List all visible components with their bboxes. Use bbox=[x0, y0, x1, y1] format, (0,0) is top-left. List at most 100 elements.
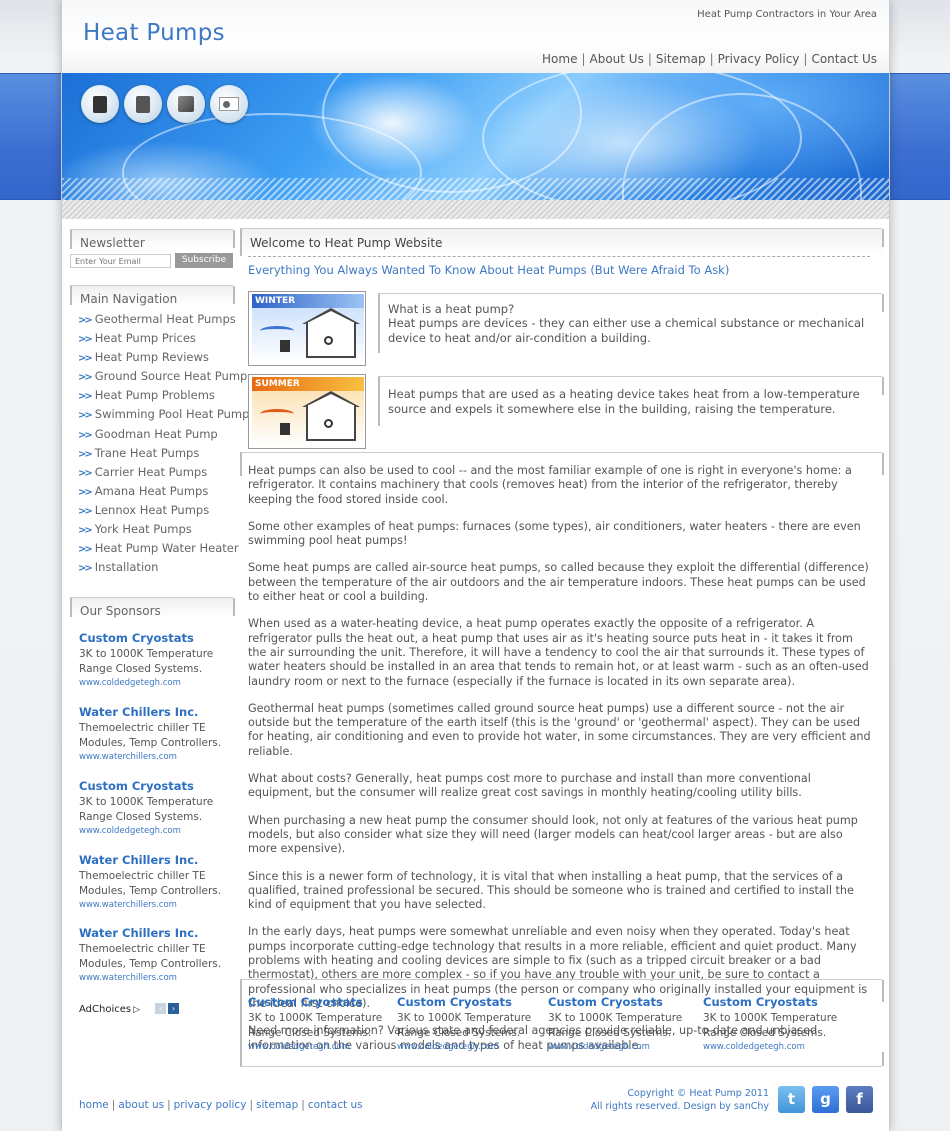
sponsor-url[interactable]: www.waterchillers.com bbox=[79, 973, 229, 983]
sponsor-url[interactable]: www.coldedgetegh.com bbox=[79, 678, 229, 688]
google-plus-icon[interactable]: g bbox=[812, 1086, 839, 1113]
sponsor-desc: 3K to 1000K Temperature bbox=[548, 1012, 683, 1024]
sidebar-item-heat-pump-prices[interactable]: >> Heat Pump Prices bbox=[78, 331, 249, 350]
double-chevron-icon: >> bbox=[78, 486, 93, 498]
footer-link-privacy-policy[interactable]: privacy policy bbox=[174, 1099, 247, 1111]
sponsor-ad: Custom Cryostats 3K to 1000K Temperature… bbox=[79, 631, 229, 688]
footer-link-home[interactable]: home bbox=[79, 1099, 109, 1111]
sidebar-item-carrier-heat-pumps[interactable]: >> Carrier Heat Pumps bbox=[78, 465, 249, 484]
sponsor-url[interactable]: www.coldedgetegh.com bbox=[703, 1042, 853, 1052]
double-chevron-icon: >> bbox=[78, 525, 93, 537]
sidebar-item-ground-source-heat-pump[interactable]: >> Ground Source Heat Pump bbox=[78, 369, 249, 388]
hatch-divider bbox=[62, 200, 889, 219]
sidebar-item-goodman-heat-pump[interactable]: >> Goodman Heat Pump bbox=[78, 427, 249, 446]
nav-about-us[interactable]: About Us bbox=[590, 52, 644, 66]
double-chevron-icon: >> bbox=[78, 505, 93, 517]
site-logo[interactable]: Heat Pumps bbox=[83, 20, 225, 46]
double-chevron-icon: >> bbox=[78, 467, 93, 479]
sidebar-item-lennox-heat-pumps[interactable]: >> Lennox Heat Pumps bbox=[78, 503, 249, 522]
sponsor-desc: Modules, Temp Controllers. bbox=[79, 737, 222, 749]
winter-diagram-image: WINTER bbox=[248, 291, 366, 366]
double-chevron-icon: >> bbox=[78, 315, 93, 326]
info-text: Heat pumps that are used as a heating de… bbox=[388, 387, 860, 416]
nav-contact-us[interactable]: Contact Us bbox=[811, 52, 877, 66]
bottom-sponsor-ad: Custom Cryostats 3K to 1000K Temperature… bbox=[703, 995, 853, 1052]
footer-nav: home | about us | privacy policy | sitemap | con… bbox=[79, 1099, 363, 1111]
subscribe-button[interactable]: Subscribe bbox=[175, 253, 233, 268]
main-navigation-heading: Main Navigation bbox=[70, 285, 235, 306]
nav-sitemap[interactable]: Sitemap bbox=[656, 52, 706, 66]
sponsor-title[interactable]: Custom Cryostats bbox=[79, 631, 229, 647]
sponsor-ad: Custom Cryostats 3K to 1000K Temperature… bbox=[79, 779, 229, 836]
double-chevron-icon: >> bbox=[78, 334, 93, 346]
twitter-icon[interactable]: t bbox=[778, 1086, 805, 1113]
footer-link-about-us[interactable]: about us bbox=[118, 1099, 164, 1111]
rights-text: All rights reserved. Design by sanChy bbox=[590, 1101, 769, 1112]
nav-home[interactable]: Home bbox=[542, 52, 577, 66]
heat-pump-unit-icon[interactable] bbox=[81, 85, 119, 123]
sponsor-desc: Range Closed Systems. bbox=[79, 663, 203, 675]
nav-privacy-policy[interactable]: Privacy Policy bbox=[718, 52, 800, 66]
banner bbox=[62, 73, 889, 200]
adchoices-link[interactable]: AdChoices ▷ bbox=[79, 1004, 140, 1015]
sponsor-desc: Themoelectric chiller TE bbox=[79, 943, 206, 955]
sponsor-desc: Themoelectric chiller TE bbox=[79, 870, 206, 882]
sponsor-url[interactable]: www.coldedgetegh.com bbox=[397, 1042, 547, 1052]
sponsor-desc: 3K to 1000K Temperature bbox=[397, 1012, 532, 1024]
sponsor-title[interactable]: Water Chillers Inc. bbox=[79, 705, 229, 721]
sponsor-title[interactable]: Custom Cryostats bbox=[548, 995, 698, 1011]
sidebar-item-amana-heat-pumps[interactable]: >> Amana Heat Pumps bbox=[78, 484, 249, 503]
footer-link-sitemap[interactable]: sitemap bbox=[256, 1099, 298, 1111]
header: Heat Pumps Heat Pump Contractors in Your… bbox=[62, 0, 889, 73]
summer-label: SUMMER bbox=[252, 377, 364, 391]
double-chevron-icon: >> bbox=[78, 429, 93, 441]
sponsor-url[interactable]: www.coldedgetegh.com bbox=[248, 1042, 398, 1052]
sponsor-title[interactable]: Custom Cryostats bbox=[397, 995, 547, 1011]
sponsor-url[interactable]: www.coldedgetegh.com bbox=[79, 826, 229, 836]
sidebar-item-york-heat-pumps[interactable]: >> York Heat Pumps bbox=[78, 522, 249, 541]
page-container: Heat Pumps Heat Pump Contractors in Your… bbox=[61, 0, 890, 1131]
tagline: Heat Pump Contractors in Your Area bbox=[697, 9, 877, 20]
sidebar-item-geothermal-heat-pumps[interactable]: >> Geothermal Heat Pumps bbox=[78, 312, 249, 331]
sponsor-desc: Modules, Temp Controllers. bbox=[79, 958, 222, 970]
article-paragraph: When purchasing a new heat pump the cons… bbox=[248, 813, 858, 856]
sidebar-item-installation[interactable]: >> Installation bbox=[78, 560, 249, 579]
sponsor-desc: Range Closed Systems. bbox=[703, 1027, 827, 1039]
air-conditioner-icon[interactable] bbox=[210, 85, 248, 123]
article-paragraph: Heat pumps can also be used to cool -- a… bbox=[248, 464, 852, 506]
sponsor-desc: Themoelectric chiller TE bbox=[79, 722, 206, 734]
sponsor-title[interactable]: Custom Cryostats bbox=[79, 779, 229, 795]
sponsor-ad: Water Chillers Inc. Themoelectric chille… bbox=[79, 705, 229, 762]
sponsor-title[interactable]: Water Chillers Inc. bbox=[79, 853, 229, 869]
double-chevron-icon: >> bbox=[78, 353, 93, 365]
page-title: Welcome to Heat Pump Website bbox=[250, 236, 443, 250]
heat-pump-tower-icon[interactable] bbox=[124, 85, 162, 123]
sponsor-title[interactable]: Water Chillers Inc. bbox=[79, 926, 229, 942]
sponsor-url[interactable]: www.waterchillers.com bbox=[79, 900, 229, 910]
sponsor-url[interactable]: www.waterchillers.com bbox=[79, 752, 229, 762]
copyright-text: Copyright © Heat Pump 2011 bbox=[627, 1088, 769, 1099]
copyright: Copyright © Heat Pump 2011 All rights re… bbox=[591, 1087, 769, 1113]
sidebar-item-swimming-pool-heat-pump[interactable]: >> Swimming Pool Heat Pump bbox=[78, 407, 249, 426]
double-chevron-icon: >> bbox=[78, 372, 93, 384]
sponsor-title[interactable]: Custom Cryostats bbox=[703, 995, 853, 1011]
facebook-icon[interactable]: f bbox=[846, 1086, 873, 1113]
sponsor-url[interactable]: www.coldedgetegh.com bbox=[548, 1042, 698, 1052]
sponsor-desc: 3K to 1000K Temperature bbox=[248, 1012, 383, 1024]
newsletter-email-input[interactable] bbox=[70, 254, 171, 268]
sidebar-item-trane-heat-pumps[interactable]: >> Trane Heat Pumps bbox=[78, 446, 249, 465]
bottom-sponsor-ad: Custom Cryostats 3K to 1000K Temperature… bbox=[548, 995, 698, 1052]
sponsor-desc: 3K to 1000K Temperature bbox=[79, 648, 214, 660]
adchoices-icon: ▷ bbox=[133, 1005, 141, 1015]
heat-pump-cube-icon[interactable] bbox=[167, 85, 205, 123]
sidebar-item-heat-pump-problems[interactable]: >> Heat Pump Problems bbox=[78, 388, 249, 407]
sponsor-desc: Modules, Temp Controllers. bbox=[79, 885, 222, 897]
footer-link-contact-us[interactable]: contact us bbox=[308, 1099, 363, 1111]
main-heading-box: Welcome to Heat Pump Website bbox=[240, 228, 884, 256]
article-paragraph: Some other examples of heat pumps: furna… bbox=[248, 519, 861, 548]
ad-prev-icon[interactable]: ‹ bbox=[155, 1003, 166, 1014]
ad-next-icon[interactable]: › bbox=[168, 1003, 179, 1014]
sidebar-item-heat-pump-water-heater[interactable]: >> Heat Pump Water Heater bbox=[78, 541, 249, 560]
sidebar-item-heat-pump-reviews[interactable]: >> Heat Pump Reviews bbox=[78, 350, 249, 369]
sponsor-title[interactable]: Custom Cryostats bbox=[248, 995, 398, 1011]
